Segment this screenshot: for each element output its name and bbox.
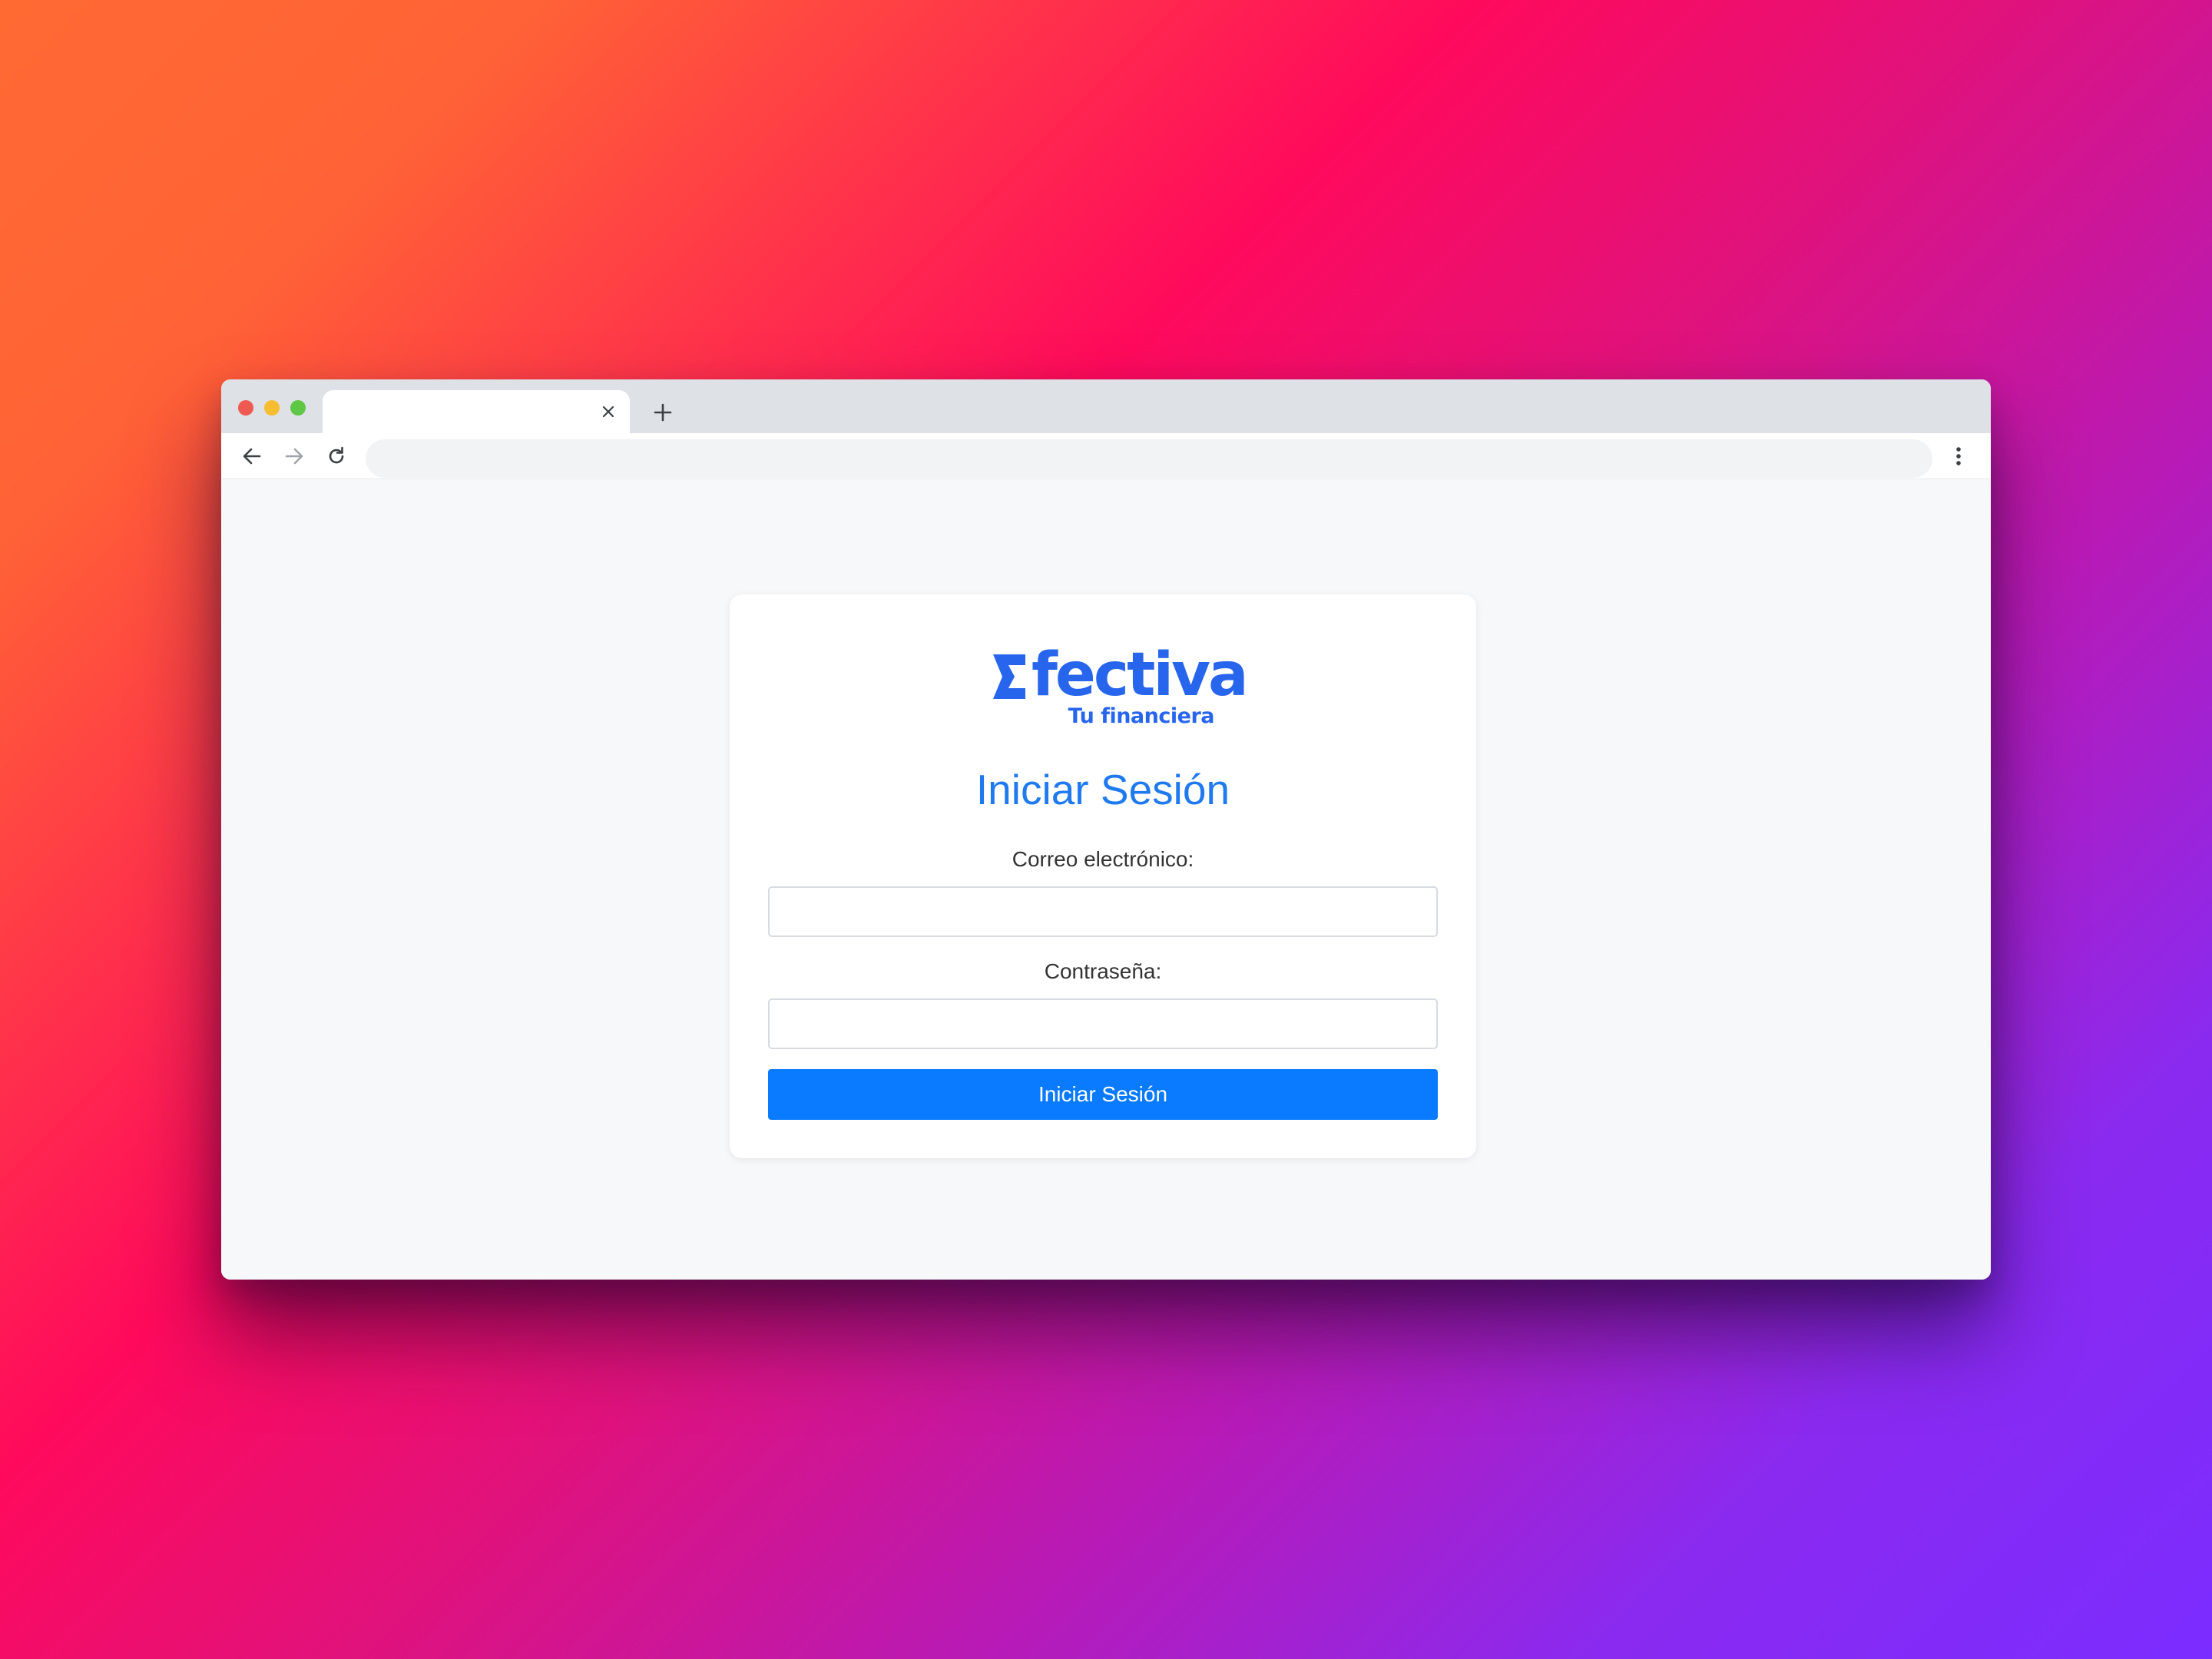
maximize-window-button[interactable] (290, 400, 306, 416)
close-icon[interactable] (594, 398, 622, 426)
arrow-right-icon[interactable] (277, 439, 311, 473)
logo-mark: fectiva Tu financiera (992, 642, 1249, 734)
brand-logo: fectiva Tu financiera (730, 642, 1476, 734)
login-button[interactable]: Iniciar Sesión (768, 1069, 1438, 1120)
arrow-left-icon[interactable] (235, 439, 269, 473)
password-label: Contraseña: (1044, 959, 1162, 983)
page-content: fectiva Tu financiera Iniciar Sesión Cor… (221, 479, 1991, 1280)
browser-window: fectiva Tu financiera Iniciar Sesión Cor… (221, 379, 1991, 1280)
password-field[interactable] (768, 998, 1438, 1049)
logo-tagline: Tu financiera (1068, 704, 1215, 728)
tab-strip (221, 379, 1991, 433)
page-title: Iniciar Sesión (975, 766, 1230, 813)
sigma-e-icon (993, 654, 1025, 699)
email-label: Correo electrónico: (1012, 847, 1194, 871)
close-window-button[interactable] (238, 400, 253, 416)
login-card: fectiva Tu financiera Iniciar Sesión Cor… (730, 594, 1476, 1158)
plus-icon[interactable] (644, 393, 682, 432)
minimize-window-button[interactable] (264, 400, 280, 416)
kebab-menu-icon[interactable] (1942, 439, 1975, 473)
browser-tab[interactable] (323, 390, 630, 433)
address-bar[interactable] (366, 439, 1932, 478)
browser-toolbar (221, 433, 1991, 479)
reload-icon[interactable] (320, 439, 353, 473)
email-field[interactable] (768, 886, 1438, 937)
logo-wordmark: fectiva (1031, 641, 1249, 710)
